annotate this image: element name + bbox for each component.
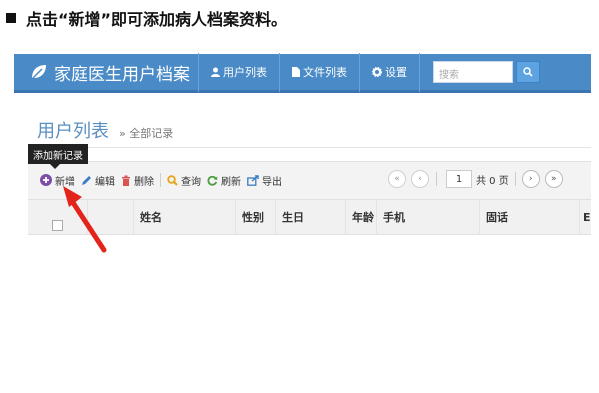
column-header-phone[interactable]: 固话	[480, 200, 580, 234]
nav-item-label: 用户列表	[223, 66, 267, 79]
trash-icon	[122, 175, 130, 186]
breadcrumb[interactable]: » 全部记录	[119, 125, 173, 141]
double-chevron-right-icon: »	[550, 174, 557, 184]
delete-button[interactable]: 删除	[121, 173, 154, 188]
nav-item-user-list[interactable]: 用户列表	[198, 52, 279, 92]
page-title-text: 用户列表	[37, 121, 109, 142]
column-header-mobile[interactable]: 手机	[377, 200, 480, 234]
add-record-tooltip: 添加新记录	[28, 144, 88, 169]
delete-button-label: 删除	[134, 176, 154, 188]
query-button-label: 查询	[181, 176, 201, 188]
table-header: 姓名 性别 生日 年龄 手机 固话 E	[28, 199, 591, 235]
instruction-text: 点击“新增”即可添加病人档案资料。	[26, 10, 288, 29]
double-chevron-left-icon: «	[394, 174, 400, 184]
nav-item-file-list[interactable]: 文件列表	[279, 52, 359, 92]
column-header-birthday[interactable]: 生日	[276, 200, 346, 234]
export-button[interactable]: 导出	[247, 173, 282, 188]
top-navbar: 家庭医生用户档案 用户列表 文件列表 设置 搜索	[14, 52, 591, 93]
pager-divider	[514, 172, 516, 186]
gear-icon	[372, 67, 382, 77]
pager-divider	[436, 172, 437, 186]
refresh-icon	[207, 175, 218, 186]
toolbar-divider	[160, 173, 161, 187]
brand[interactable]: 家庭医生用户档案	[14, 60, 198, 85]
nav-item-label: 设置	[385, 66, 407, 79]
total-pages-text: 共 0 页	[476, 175, 509, 187]
file-icon	[292, 67, 300, 77]
column-header-gender[interactable]: 性别	[236, 200, 276, 234]
next-page-button[interactable]: ›	[521, 170, 540, 188]
search-icon	[523, 67, 533, 77]
search-group: 搜索	[433, 61, 540, 83]
brand-title: 家庭医生用户档案	[54, 64, 190, 85]
search-button[interactable]	[516, 61, 540, 83]
search-icon	[167, 174, 178, 186]
column-header-age[interactable]: 年龄	[346, 200, 377, 234]
export-icon	[247, 174, 259, 186]
user-icon	[211, 67, 220, 77]
title-divider	[28, 147, 591, 148]
nav-item-label: 文件列表	[303, 66, 347, 79]
instruction-text-row: 点击“新增”即可添加病人档案资料。	[6, 6, 287, 30]
column-header-name[interactable]: 姓名	[134, 200, 236, 234]
first-page-button[interactable]: «	[388, 170, 406, 188]
nav-item-settings[interactable]: 设置	[359, 52, 420, 92]
refresh-button[interactable]: 刷新	[207, 173, 241, 188]
query-button[interactable]: 查询	[167, 173, 201, 188]
red-arrow-annotation	[63, 186, 107, 253]
export-button-label: 导出	[262, 176, 282, 188]
chevron-right-icon: ›	[528, 174, 533, 184]
refresh-button-label: 刷新	[221, 176, 241, 188]
column-header-email[interactable]: E	[580, 200, 591, 234]
page-number-input[interactable]: 1	[446, 170, 472, 188]
chevron-left-icon: ‹	[418, 174, 422, 184]
leaf-icon	[31, 65, 46, 80]
toolbar-panel: 新增 编辑 删除 查询 刷新 导出 « ‹ 1 共 0 页 › »	[28, 161, 591, 199]
last-page-button[interactable]: »	[544, 170, 563, 188]
prev-page-button[interactable]: ‹	[411, 170, 429, 188]
page-title: 用户列表 » 全部记录	[37, 117, 173, 143]
pagination: « ‹ 1 共 0 页 › »	[388, 170, 568, 188]
bullet-square-icon	[6, 13, 16, 23]
search-input[interactable]: 搜索	[433, 61, 513, 83]
plus-circle-icon	[40, 174, 52, 186]
